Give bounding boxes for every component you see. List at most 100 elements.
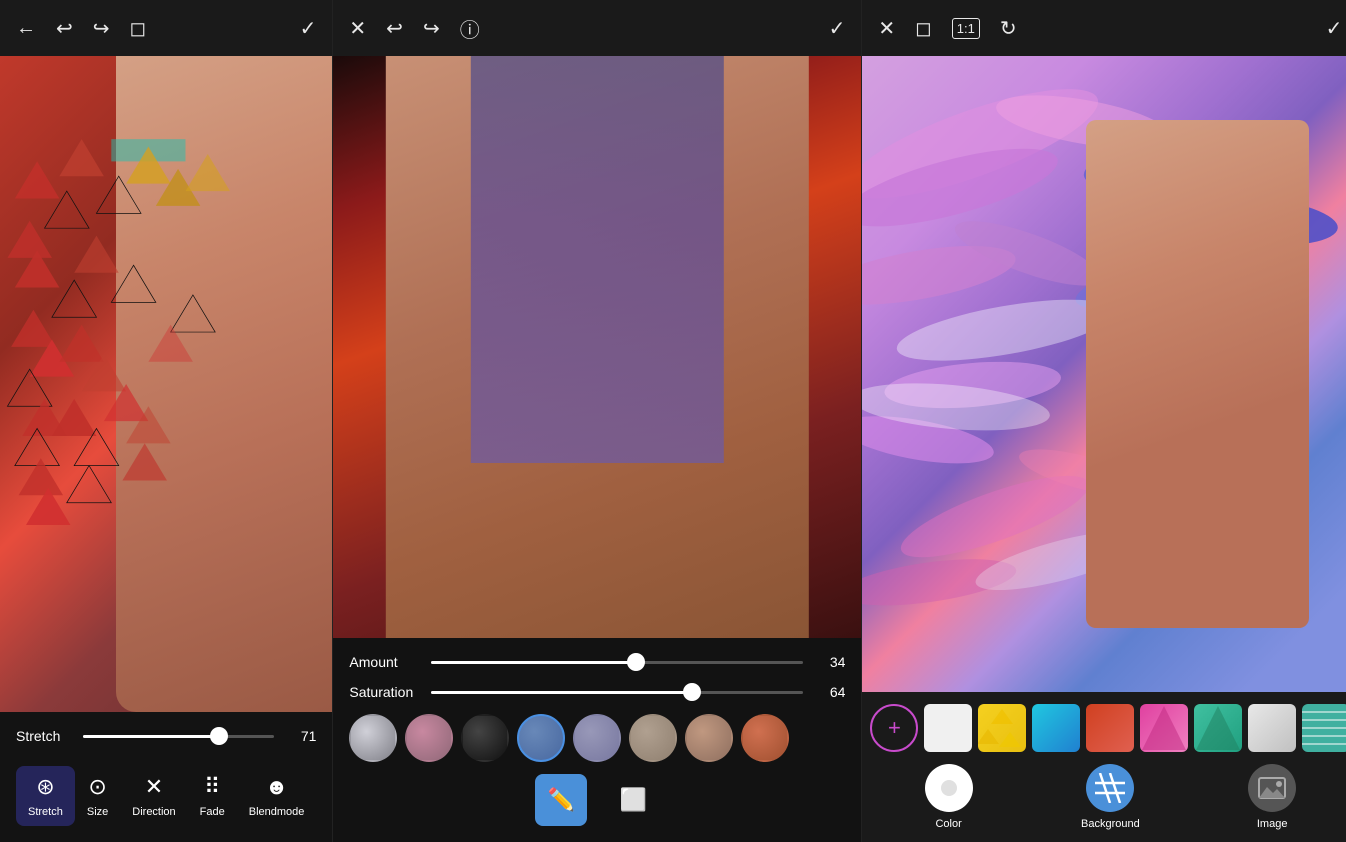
add-bg-button[interactable]: + (870, 704, 918, 752)
bottom-controls-2: Amount 34 Saturation 64 (333, 638, 861, 842)
amount-slider-thumb[interactable] (627, 653, 645, 671)
color-circle-icon (934, 773, 964, 803)
amount-slider-row: Amount 34 (349, 654, 845, 670)
panel-3: ✕ ◻ 1:1 ↻ ✓ (862, 0, 1346, 842)
eraser-button[interactable]: ⬜ (607, 774, 659, 826)
color-presets (349, 714, 845, 762)
amount-label: Amount (349, 654, 419, 670)
blendmode-tool-icon: ☻ (265, 774, 288, 800)
toolbar-3: ✕ ◻ 1:1 ↻ ✓ (862, 0, 1346, 56)
saturation-slider-fill (431, 691, 691, 694)
fade-tool-label: Fade (200, 806, 225, 818)
color-blue[interactable] (517, 714, 565, 762)
undo-icon-2[interactable]: ↩ (386, 16, 403, 41)
bottom-tools-1: ⊛ Stretch ⊙ Size ✕ Direction ⠿ Fade ☻ Bl… (16, 756, 316, 842)
stretch-slider-fill (83, 735, 219, 738)
direction-tool-label: Direction (132, 806, 175, 818)
brush-icon: ✏️ (548, 787, 575, 813)
tool-blendmode[interactable]: ☻ Blendmode (237, 766, 317, 826)
bg-type-image[interactable]: Image (1248, 764, 1296, 830)
eraser-icon-1[interactable]: ◻ (130, 16, 147, 41)
stretch-tool-label: Stretch (28, 806, 63, 818)
saturation-label: Saturation (349, 684, 419, 700)
eraser-icon: ⬜ (620, 787, 647, 813)
color-warm-gray[interactable] (629, 714, 677, 762)
tool-direction[interactable]: ✕ Direction (120, 766, 187, 826)
blendmode-tool-label: Blendmode (249, 806, 305, 818)
bg-yellow-pattern[interactable] (978, 704, 1026, 752)
check-icon-3[interactable]: ✓ (1326, 16, 1343, 41)
background-type-label: Background (1081, 818, 1140, 830)
color-gray-blue[interactable] (573, 714, 621, 762)
hair-overlay (471, 56, 724, 463)
panel-1: ← ↩ ↪ ◻ ✓ (0, 0, 333, 842)
check-icon-2[interactable]: ✓ (829, 16, 846, 41)
stretch-slider-track[interactable] (83, 735, 274, 738)
brush-button[interactable]: ✏️ (535, 774, 587, 826)
color-type-label: Color (935, 818, 961, 830)
image-area-2 (333, 56, 861, 638)
undo-icon-1[interactable]: ↩ (56, 16, 73, 41)
panel-2: ✕ ↩ ↪ ⓘ ✓ Amount 34 Saturation (333, 0, 862, 842)
refresh-icon-3[interactable]: ↻ (1000, 16, 1017, 41)
color-black[interactable] (461, 714, 509, 762)
saturation-slider-thumb[interactable] (683, 683, 701, 701)
color-rose[interactable] (405, 714, 453, 762)
ratio-icon-3[interactable]: 1:1 (952, 18, 980, 39)
redo-icon-1[interactable]: ↪ (93, 16, 110, 41)
face-2 (386, 56, 808, 638)
bg-teal-stripes[interactable] (1302, 704, 1346, 752)
size-tool-label: Size (87, 806, 108, 818)
back-icon[interactable]: ← (16, 17, 36, 40)
saturation-slider-track[interactable] (431, 691, 803, 694)
photo-2 (333, 56, 861, 638)
photo-1 (0, 56, 332, 712)
amount-value: 34 (815, 654, 845, 670)
stretch-label: Stretch (16, 728, 71, 744)
info-icon-2[interactable]: ⓘ (460, 14, 480, 43)
fade-tool-icon: ⠿ (204, 774, 220, 800)
color-warm-brown[interactable] (685, 714, 733, 762)
tool-fade[interactable]: ⠿ Fade (188, 766, 237, 826)
bg-cyan-blue[interactable] (1032, 704, 1080, 752)
image-area-1 (0, 56, 332, 712)
bg-type-background[interactable]: Background (1081, 764, 1140, 830)
background-grid-icon (1095, 773, 1125, 803)
background-type-icon (1086, 764, 1134, 812)
close-icon-2[interactable]: ✕ (349, 16, 366, 41)
bottom-controls-3: + (862, 692, 1346, 842)
amount-slider-fill (431, 661, 636, 664)
stretch-value: 71 (286, 728, 316, 744)
check-icon-1[interactable]: ✓ (300, 16, 317, 41)
bg-type-color[interactable]: Color (925, 764, 973, 830)
bg-red-paint[interactable] (1086, 704, 1134, 752)
bottom-controls-1: Stretch 71 ⊛ Stretch ⊙ Size ✕ Direction … (0, 712, 332, 842)
color-silver[interactable] (349, 714, 397, 762)
tool-size[interactable]: ⊙ Size (75, 766, 120, 826)
face-3 (1086, 120, 1309, 629)
saturation-value: 64 (815, 684, 845, 700)
color-silver2[interactable] (797, 714, 845, 762)
redo-icon-2[interactable]: ↪ (423, 16, 440, 41)
image-type-label: Image (1257, 818, 1288, 830)
bg-pink[interactable] (1140, 704, 1188, 752)
image-type-icon (1248, 764, 1296, 812)
color-orange-red[interactable] (741, 714, 789, 762)
stretch-slider-thumb[interactable] (210, 727, 228, 745)
saturation-slider-row: Saturation 64 (349, 684, 845, 700)
bg-teal[interactable] (1194, 704, 1242, 752)
eraser-icon-3[interactable]: ◻ (915, 16, 932, 41)
stretch-tool-icon: ⊛ (36, 774, 54, 800)
amount-slider-track[interactable] (431, 661, 803, 664)
direction-tool-icon: ✕ (145, 774, 163, 800)
toolbar-2: ✕ ↩ ↪ ⓘ ✓ (333, 0, 861, 56)
color-type-icon (925, 764, 973, 812)
brush-tools: ✏️ ⬜ (349, 774, 845, 826)
bg-presets-row: + (870, 704, 1346, 752)
image-area-3 (862, 56, 1346, 692)
bg-white[interactable] (924, 704, 972, 752)
close-icon-3[interactable]: ✕ (878, 16, 895, 41)
bg-white-gray[interactable] (1248, 704, 1296, 752)
tool-stretch[interactable]: ⊛ Stretch (16, 766, 75, 826)
toolbar-1: ← ↩ ↪ ◻ ✓ (0, 0, 332, 56)
